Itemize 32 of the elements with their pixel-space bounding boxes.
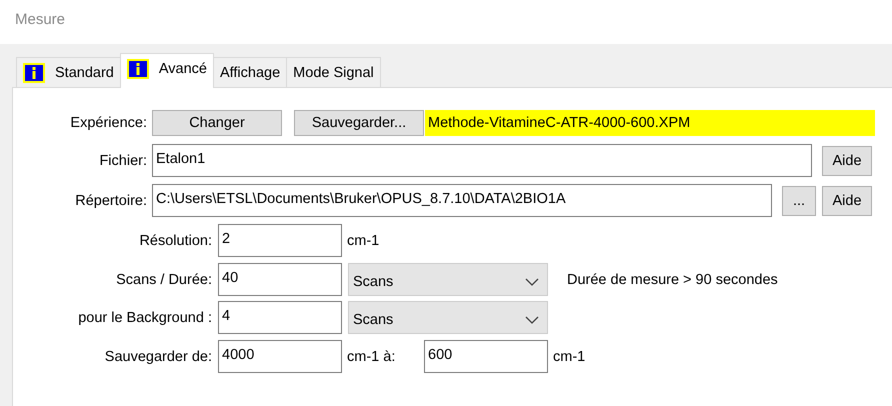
field-label: Répertoire: bbox=[74, 192, 147, 208]
unit-label: cm-1 bbox=[553, 348, 586, 364]
input-field[interactable]: C:\Users\ETSL\Documents\Bruker\OPUS_8.7.10\DATA\2BIO1A bbox=[152, 184, 772, 217]
method-name: Methode-VitamineC-ATR-4000-600.XPM bbox=[425, 110, 875, 136]
dropdown[interactable]: Scans bbox=[348, 263, 548, 296]
dropdown[interactable]: Scans bbox=[348, 301, 548, 334]
chevron-icon bbox=[525, 278, 539, 286]
unit-label: cm-1 à: bbox=[347, 348, 396, 364]
field-label: Scans / Durée: bbox=[115, 272, 212, 288]
tab[interactable]: Standard bbox=[16, 57, 121, 87]
browse-button[interactable]: ... bbox=[782, 186, 816, 216]
field-label: Expérience: bbox=[69, 115, 147, 131]
window-title: Mesure bbox=[14, 10, 66, 30]
input-field[interactable]: 2 bbox=[218, 224, 342, 257]
method-button[interactable]: Changer bbox=[152, 110, 282, 136]
tab[interactable]: Avancé bbox=[120, 53, 214, 88]
field-label: Sauvegarder de: bbox=[104, 348, 212, 364]
input-field[interactable]: 4 bbox=[218, 301, 342, 334]
help-button[interactable]: Aide bbox=[822, 186, 872, 216]
field-label: Résolution: bbox=[138, 232, 212, 248]
chevron-icon bbox=[525, 316, 539, 324]
help-button[interactable]: Aide bbox=[822, 146, 872, 176]
input-field[interactable]: Etalon1 bbox=[152, 144, 812, 177]
input-field[interactable]: 600 bbox=[424, 340, 548, 373]
input-field[interactable]: 40 bbox=[218, 263, 342, 296]
field-label: Fichier: bbox=[98, 152, 147, 168]
duration-note: Durée de mesure > 90 secondes bbox=[567, 272, 778, 288]
method-button[interactable]: Sauvegarder... bbox=[294, 110, 424, 136]
field-label: pour le Background : bbox=[77, 310, 212, 326]
tab[interactable]: Mode Signal bbox=[286, 57, 381, 87]
unit-label: cm-1 bbox=[347, 232, 380, 248]
input-field[interactable]: 4000 bbox=[218, 340, 342, 373]
